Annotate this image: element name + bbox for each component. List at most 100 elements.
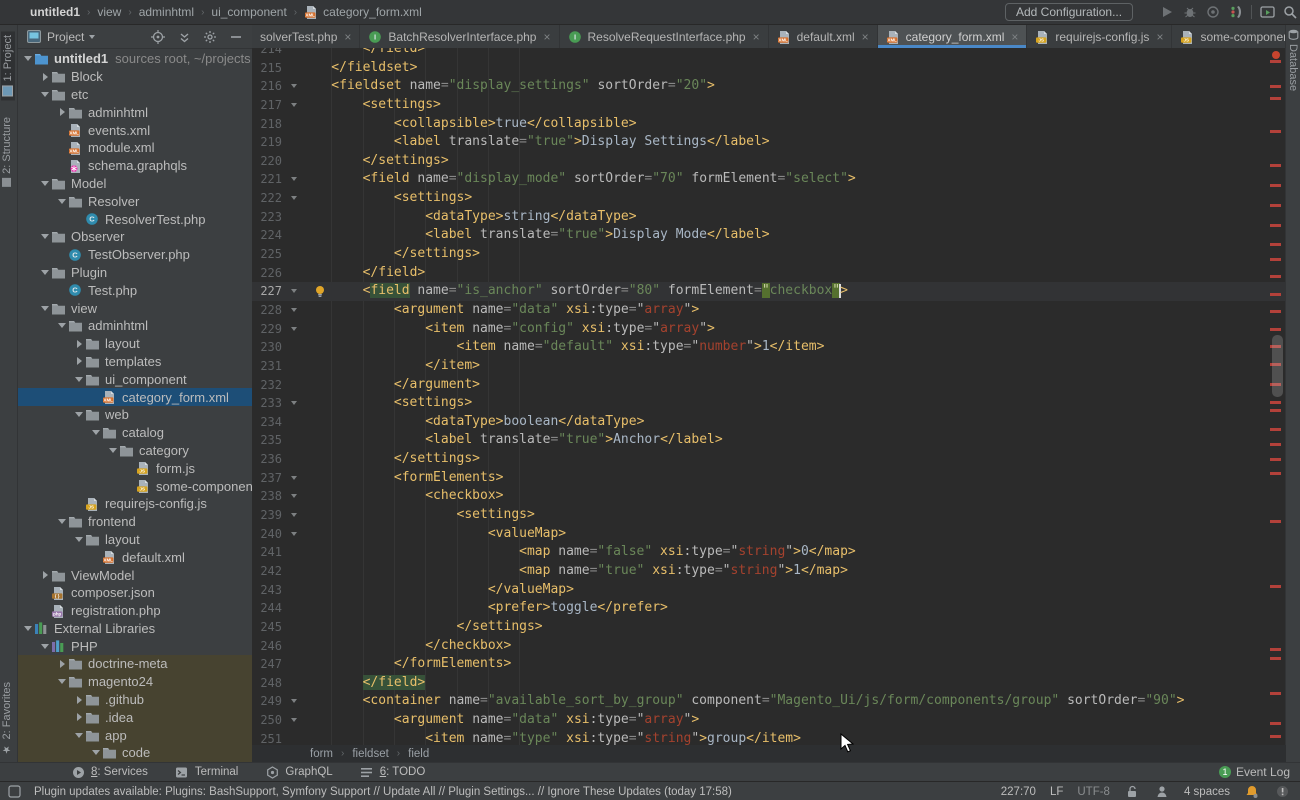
editor-crumb-fieldset[interactable]: fieldset <box>352 748 388 760</box>
expand-arrow-icon[interactable] <box>74 377 84 382</box>
run-icon[interactable] <box>1159 4 1175 20</box>
error-stripe-mark[interactable] <box>1270 657 1281 660</box>
tree-item-External Libraries[interactable]: External Libraries <box>18 620 252 638</box>
tree-item-form.js[interactable]: JSform.js <box>18 459 252 477</box>
fold-arrow-icon[interactable] <box>282 692 300 711</box>
line-number[interactable]: 229 <box>252 320 282 339</box>
line-number[interactable]: 239 <box>252 506 282 525</box>
line-number[interactable]: 219 <box>252 133 282 152</box>
code-line-235[interactable]: 235<label translate="true">Anchor</label… <box>252 431 1286 450</box>
code-line-216[interactable]: 216<fieldset name="display_settings" sor… <box>252 77 1286 96</box>
expand-arrow-icon[interactable] <box>40 270 50 275</box>
tree-item-ui_component[interactable]: ui_component <box>18 370 252 388</box>
tree-item-Test.php[interactable]: CTest.php <box>18 281 252 299</box>
collapse-arrow-icon[interactable] <box>74 340 84 348</box>
close-tab-icon[interactable]: × <box>1011 30 1018 44</box>
tree-item-.github[interactable]: .github <box>18 691 252 709</box>
tree-item-app[interactable]: app <box>18 726 252 744</box>
line-number[interactable]: 237 <box>252 469 282 488</box>
line-number[interactable]: 218 <box>252 115 282 134</box>
line-number[interactable]: 230 <box>252 338 282 357</box>
code-line-243[interactable]: 243</valueMap> <box>252 581 1286 600</box>
expand-arrow-icon[interactable] <box>40 306 50 311</box>
error-stripe-mark[interactable] <box>1270 409 1281 412</box>
code-line-246[interactable]: 246</checkbox> <box>252 637 1286 656</box>
fold-arrow-icon[interactable] <box>282 301 300 320</box>
error-stripe-mark[interactable] <box>1270 130 1281 133</box>
code-line-224[interactable]: 224<label translate="true">Display Mode<… <box>252 226 1286 245</box>
code-line-218[interactable]: 218<collapsible>true</collapsible> <box>252 115 1286 134</box>
code-line-249[interactable]: 249<container name="available_sort_by_gr… <box>252 692 1286 711</box>
line-ending[interactable]: LF <box>1050 786 1063 798</box>
error-stripe-mark[interactable] <box>1270 585 1281 588</box>
line-number[interactable]: 235 <box>252 431 282 450</box>
update-notification-icon[interactable] <box>1244 784 1260 800</box>
line-number[interactable]: 243 <box>252 581 282 600</box>
error-stripe-mark[interactable] <box>1270 184 1281 187</box>
error-stripe-mark[interactable] <box>1270 310 1281 313</box>
code-line-228[interactable]: 228<argument name="data" xsi:type="array… <box>252 301 1286 320</box>
tree-item-schema.graphqls[interactable]: schema.graphqls <box>18 157 252 175</box>
code-line-229[interactable]: 229<item name="config" xsi:type="array"> <box>252 320 1286 339</box>
expand-arrow-icon[interactable] <box>40 92 50 97</box>
error-stripe-mark[interactable] <box>1270 243 1281 246</box>
line-number[interactable]: 242 <box>252 562 282 581</box>
tree-item-doctrine-meta[interactable]: doctrine-meta <box>18 655 252 673</box>
close-tab-icon[interactable]: × <box>344 30 351 44</box>
tree-item-ResolverTest.php[interactable]: CResolverTest.php <box>18 210 252 228</box>
collapse-arrow-icon[interactable] <box>57 108 67 116</box>
tree-item-some-component.js[interactable]: JSsome-component.js <box>18 477 252 495</box>
tree-item-PHP[interactable]: PHP <box>18 637 252 655</box>
code-line-226[interactable]: 226</field> <box>252 264 1286 283</box>
tool-windows-toggle-icon[interactable] <box>6 784 22 800</box>
tree-item-layout[interactable]: layout <box>18 335 252 353</box>
expand-arrow-icon[interactable] <box>74 412 84 417</box>
indent-setting[interactable]: 4 spaces <box>1184 786 1230 798</box>
editor-tab-BatchResolverInterface.php[interactable]: IBatchResolverInterface.php× <box>360 25 559 48</box>
hide-panel-icon[interactable] <box>228 29 244 45</box>
tool-button-graphql[interactable]: GraphQL <box>264 764 332 780</box>
settings-gear-icon[interactable] <box>202 29 218 45</box>
file-encoding[interactable]: UTF-8 <box>1077 786 1110 798</box>
code-line-230[interactable]: 230<item name="default" xsi:type="number… <box>252 338 1286 357</box>
line-number[interactable]: 217 <box>252 96 282 115</box>
tree-item-composer.json[interactable]: { }composer.json <box>18 584 252 602</box>
collapse-arrow-icon[interactable] <box>40 571 50 579</box>
fold-arrow-icon[interactable] <box>282 170 300 189</box>
code-line-237[interactable]: 237<formElements> <box>252 469 1286 488</box>
error-stripe-mark[interactable] <box>1270 722 1281 725</box>
error-stripe-mark[interactable] <box>1270 293 1281 296</box>
line-number[interactable]: 220 <box>252 152 282 171</box>
fold-arrow-icon[interactable] <box>282 282 300 301</box>
code-line-219[interactable]: 219<label translate="true">Display Setti… <box>252 133 1286 152</box>
code-line-215[interactable]: 215</fieldset> <box>252 59 1286 78</box>
expand-arrow-icon[interactable] <box>74 733 84 738</box>
code-line-217[interactable]: 217<settings> <box>252 96 1286 115</box>
tool-button-favorites[interactable]: ★2: Favorites <box>1 682 13 754</box>
expand-arrow-icon[interactable] <box>23 626 33 631</box>
locate-file-icon[interactable] <box>150 29 166 45</box>
code-editor[interactable]: 214</field>215</fieldset>216<fieldset na… <box>252 48 1286 745</box>
code-line-248[interactable]: 248</field> <box>252 674 1286 693</box>
line-number[interactable]: 241 <box>252 543 282 562</box>
title-crumb-view[interactable]: view <box>97 5 121 19</box>
tool-button-6todo[interactable]: 6: TODO <box>359 764 426 780</box>
tool-button-project[interactable]: 1: Project <box>1 31 15 100</box>
line-number[interactable]: 215 <box>252 59 282 78</box>
line-number[interactable]: 227 <box>252 282 282 301</box>
line-number[interactable]: 232 <box>252 376 282 395</box>
error-stripe-mark[interactable] <box>1270 60 1281 63</box>
line-number[interactable]: 240 <box>252 525 282 544</box>
code-line-245[interactable]: 245</settings> <box>252 618 1286 637</box>
collapse-all-icon[interactable] <box>176 29 192 45</box>
add-configuration-button[interactable]: Add Configuration... <box>1005 3 1133 21</box>
line-number[interactable]: 247 <box>252 655 282 674</box>
intention-bulb-icon[interactable] <box>314 285 326 298</box>
tree-item-untitled1[interactable]: untitled1sources root, ~/projects <box>18 50 252 68</box>
fold-arrow-icon[interactable] <box>282 189 300 208</box>
tree-item-module.xml[interactable]: XMLmodule.xml <box>18 139 252 157</box>
error-stripe-mark[interactable] <box>1270 458 1281 461</box>
fold-arrow-icon[interactable] <box>282 525 300 544</box>
line-number[interactable]: 244 <box>252 599 282 618</box>
editor-scrollbar[interactable] <box>1272 335 1283 397</box>
